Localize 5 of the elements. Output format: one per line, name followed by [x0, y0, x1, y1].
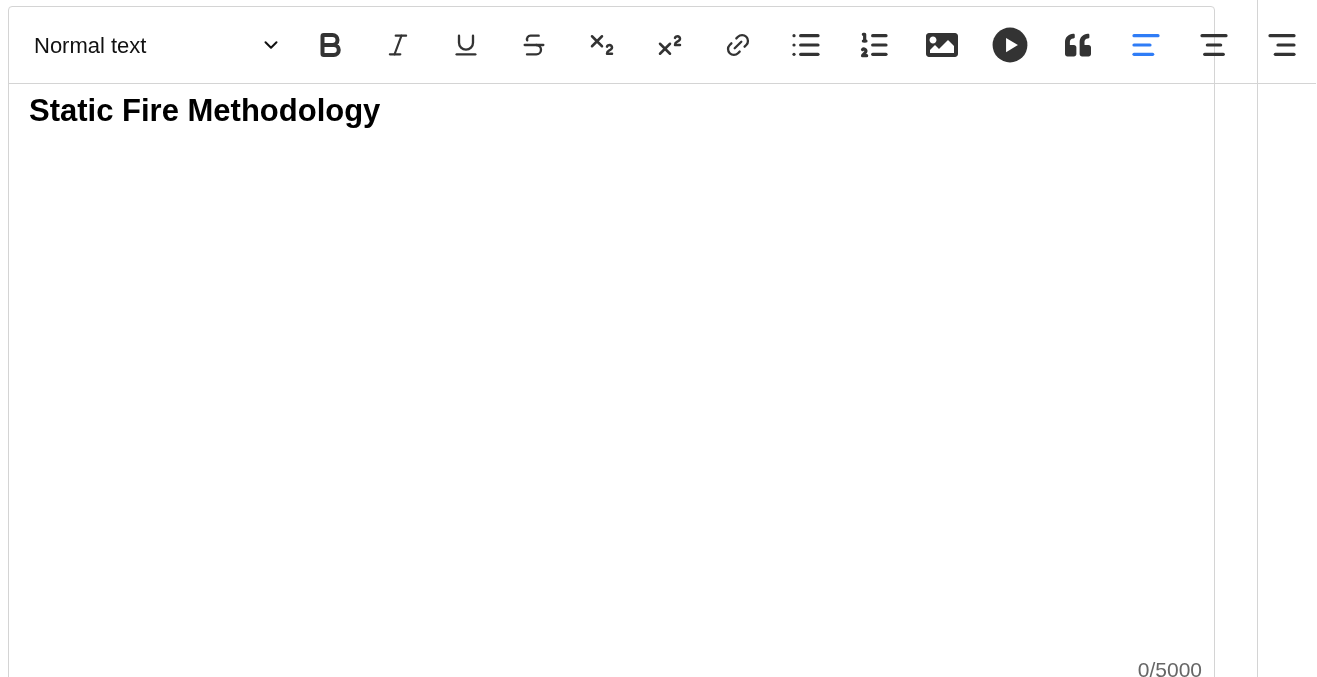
quote-icon	[1065, 32, 1091, 58]
format-dropdown[interactable]: Normal text	[20, 20, 296, 70]
play-icon	[991, 26, 1029, 64]
editor-heading: Static Fire Methodology	[29, 92, 382, 130]
character-counter: 0/5000	[1137, 657, 1202, 677]
